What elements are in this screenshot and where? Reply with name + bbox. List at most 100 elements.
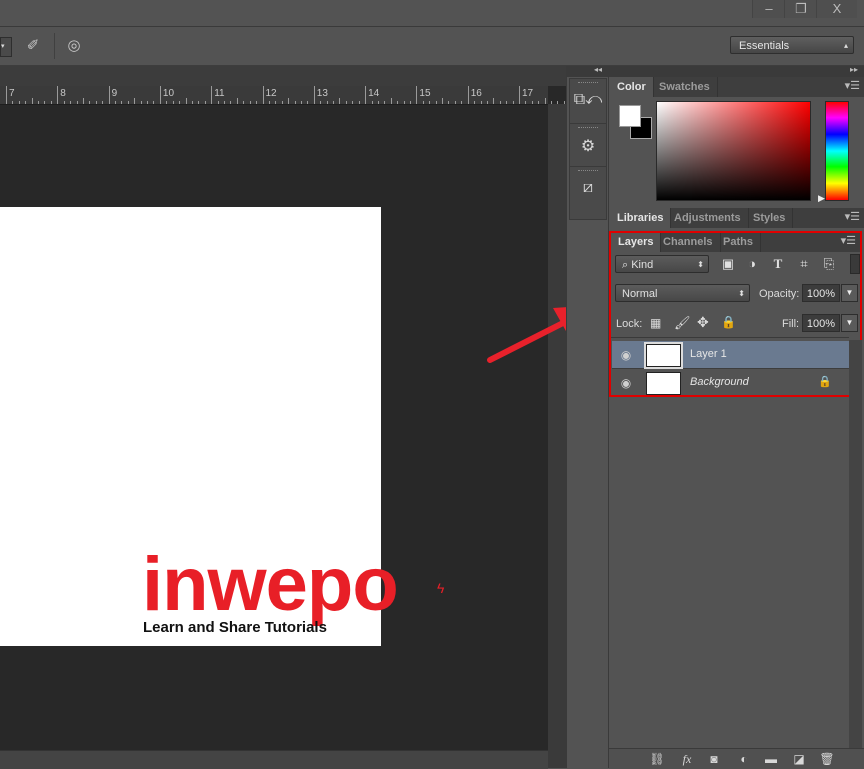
- ruler-minor-tick: [352, 101, 354, 104]
- ruler-minor-tick: [409, 101, 411, 104]
- ruler-label: 10: [162, 88, 175, 99]
- fx-icon[interactable]: fx: [678, 751, 696, 767]
- panel-menu-icon[interactable]: ▾☰: [845, 79, 860, 92]
- ruler-minor-tick: [281, 101, 283, 104]
- ruler-minor-tick: [147, 101, 149, 104]
- options-bar: ▾ ✐ ◎ Essentials ▴: [0, 27, 864, 67]
- ruler-label: 12: [265, 88, 277, 99]
- ruler-minor-tick: [166, 101, 168, 104]
- ruler-minor-tick: [377, 101, 379, 104]
- ruler-minor-tick: [275, 101, 277, 104]
- highlight-box: [609, 231, 862, 397]
- tab-styles[interactable]: Styles: [746, 208, 794, 228]
- tab-libraries[interactable]: Libraries: [610, 208, 672, 228]
- ruler-minor-tick: [236, 98, 238, 104]
- new-group-icon[interactable]: ▬: [762, 751, 780, 767]
- ruler-minor-tick: [243, 101, 245, 104]
- ruler-minor-tick: [230, 101, 232, 104]
- ruler-major-tick: [159, 86, 161, 104]
- tab-strip: [0, 66, 566, 86]
- workspace-select[interactable]: Essentials ▴: [730, 36, 854, 54]
- ruler-minor-tick: [185, 98, 187, 104]
- lightning-icon: ϟ: [437, 580, 445, 596]
- ruler-minor-tick: [538, 101, 540, 104]
- ruler-minor-tick: [384, 101, 386, 104]
- color-field[interactable]: [656, 101, 811, 201]
- logo-text: inwepo: [142, 542, 399, 627]
- ruler-major-tick: [6, 86, 7, 104]
- ruler-minor-tick: [474, 101, 476, 104]
- panel-menu-icon[interactable]: ▾☰: [845, 210, 860, 223]
- ruler-minor-tick: [326, 101, 328, 104]
- arrow-shaft: [487, 319, 568, 363]
- ruler-minor-tick: [153, 101, 155, 104]
- ruler-minor-tick: [333, 101, 335, 104]
- preset-dropdown[interactable]: ▾: [0, 37, 12, 57]
- ruler-major-tick: [365, 86, 367, 104]
- tab-swatches[interactable]: Swatches: [652, 77, 718, 97]
- pressure-icon[interactable]: ◎: [63, 35, 85, 57]
- vertical-scrollbar[interactable]: [548, 104, 566, 768]
- ruler-minor-tick: [480, 101, 482, 104]
- ruler-minor-tick: [76, 101, 78, 104]
- horizontal-scrollbar[interactable]: [0, 750, 548, 769]
- brush-presets-button[interactable]: ⧄: [569, 166, 607, 220]
- ruler-minor-tick: [256, 101, 258, 104]
- hue-slider-handle[interactable]: ▶: [818, 193, 825, 204]
- ruler-minor-tick: [300, 101, 302, 104]
- layers-scrollbar[interactable]: [849, 340, 862, 750]
- brush-stroke-icon[interactable]: ✐: [22, 35, 44, 57]
- restore-button[interactable]: ❐: [784, 0, 817, 18]
- properties-icon: ⚙: [580, 138, 596, 155]
- add-mask-icon[interactable]: ◙: [705, 751, 723, 767]
- ruler-minor-tick: [371, 101, 373, 104]
- collapse-icon[interactable]: ◂◂: [594, 65, 602, 74]
- ruler-major-tick: [57, 86, 59, 104]
- ruler-minor-tick: [499, 101, 501, 104]
- ruler-minor-tick: [121, 101, 123, 104]
- ruler-major-tick: [467, 86, 469, 104]
- ruler-minor-tick: [506, 101, 508, 104]
- ruler-major-tick: [416, 86, 418, 104]
- ruler-label: 7: [9, 88, 15, 99]
- ruler-label: 14: [368, 88, 380, 99]
- divider: [54, 33, 55, 59]
- ruler-label: 11: [214, 88, 225, 99]
- ruler-minor-tick: [397, 101, 399, 104]
- minimize-button[interactable]: –: [752, 0, 785, 18]
- hue-slider[interactable]: [825, 101, 849, 201]
- trash-icon[interactable]: 🗑: [818, 751, 836, 767]
- ruler-major-tick: [519, 86, 520, 104]
- ruler-minor-tick: [512, 101, 514, 104]
- ruler-minor-tick: [12, 101, 14, 104]
- adjustment-layer-icon[interactable]: ◐: [735, 751, 753, 767]
- ruler-minor-tick: [429, 101, 431, 104]
- ruler-minor-tick: [307, 101, 309, 104]
- ruler-label: 8: [60, 88, 66, 99]
- ruler-minor-tick: [89, 101, 91, 104]
- ruler-minor-tick: [31, 98, 33, 104]
- ruler-minor-tick: [191, 101, 193, 104]
- ruler-minor-tick: [525, 101, 527, 104]
- tab-color[interactable]: Color: [610, 77, 654, 97]
- ruler-minor-tick: [204, 101, 206, 104]
- tab-adjustments[interactable]: Adjustments: [667, 208, 749, 228]
- ruler-minor-tick: [249, 101, 251, 104]
- ruler-minor-tick: [95, 101, 97, 104]
- ruler-minor-tick: [339, 98, 341, 104]
- ruler-minor-tick: [18, 101, 20, 104]
- ruler-minor-tick: [448, 101, 450, 104]
- expand-icon[interactable]: ▸▸: [850, 65, 858, 74]
- ruler-minor-tick: [493, 98, 495, 104]
- ruler-minor-tick: [224, 101, 226, 104]
- link-layers-icon[interactable]: ⛓: [648, 751, 666, 767]
- ruler-minor-tick: [102, 101, 104, 104]
- new-layer-icon[interactable]: ◪: [790, 751, 808, 767]
- close-button[interactable]: X: [816, 0, 857, 18]
- horizontal-ruler[interactable]: 7 8 9 10 11 12 13 14 15 16 17: [0, 86, 565, 105]
- ruler-minor-tick: [82, 98, 84, 104]
- ruler-minor-tick: [288, 98, 290, 104]
- ruler-minor-tick: [134, 98, 136, 104]
- foreground-color-swatch[interactable]: [619, 105, 641, 127]
- ruler-minor-tick: [294, 101, 296, 104]
